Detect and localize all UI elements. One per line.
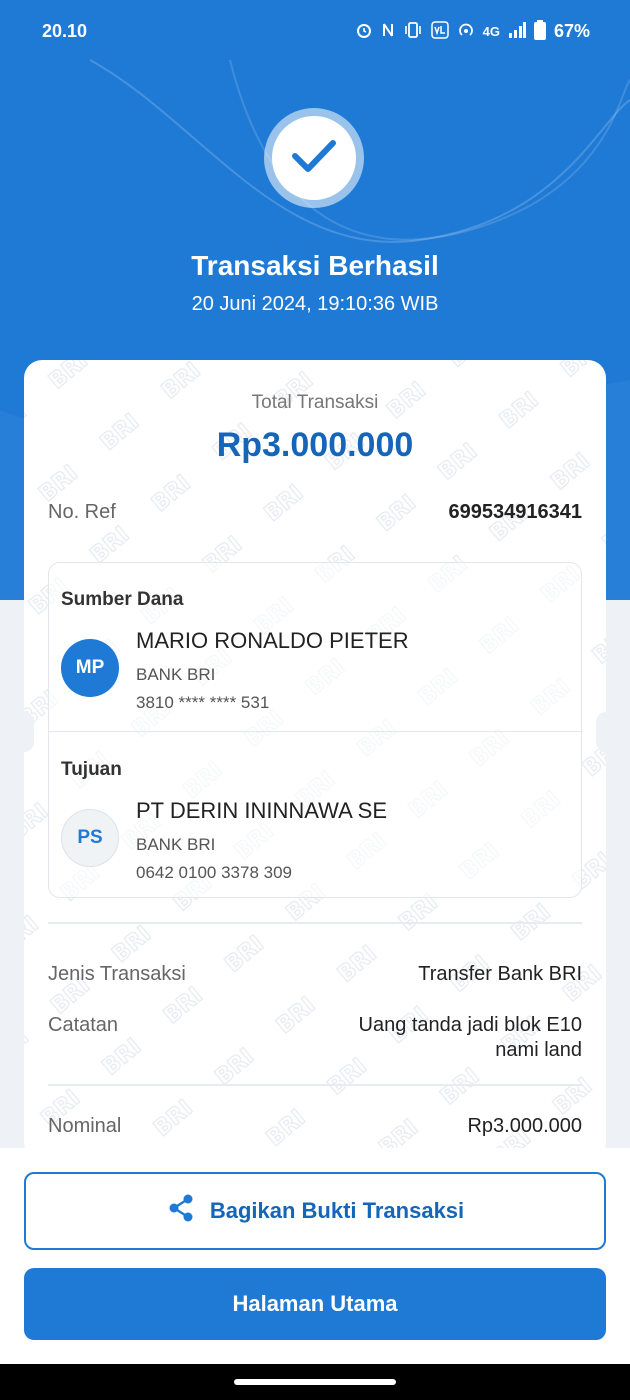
status-icons: 4G 67%	[355, 20, 590, 43]
volte-icon	[430, 21, 449, 42]
note-line-2: nami land	[495, 1039, 582, 1061]
total-amount: Rp3.000.000	[216, 426, 414, 464]
destination-name: PT DERIN ININNAWA SE	[136, 798, 388, 823]
share-button-label: Bagikan Bukti Transaksi	[209, 1198, 465, 1223]
share-receipt-button[interactable]: Bagikan Bukti Transaksi	[24, 1172, 606, 1250]
home-button-label: Halaman Utama	[232, 1291, 398, 1316]
system-nav-bar	[0, 1364, 630, 1400]
home-button[interactable]: Halaman Utama	[24, 1268, 606, 1340]
total-label: Total Transaksi	[251, 392, 379, 413]
note-line-1: Uang tanda jadi blok E10	[358, 1014, 583, 1036]
note-value: Uang tanda jadi blok E10 nami land	[359, 1014, 583, 1062]
ref-row: No. Ref 699534916341	[48, 501, 582, 524]
type-value: Transfer Bank BRI	[418, 963, 582, 985]
destination-account: 0642 0100 3378 309	[136, 863, 292, 882]
status-time: 20.10	[42, 21, 88, 41]
destination-bank: BANK BRI	[136, 835, 216, 854]
home-gesture-handle[interactable]	[234, 1379, 396, 1385]
share-icon	[166, 1193, 196, 1229]
battery-icon	[533, 20, 546, 43]
battery-percentage: 67%	[553, 21, 590, 41]
checkmark-icon	[289, 136, 339, 181]
status-bar: 20.10 4G 67%	[0, 0, 630, 62]
parties-box: Sumber Dana MP MARIO RONALDO PIETER BANK…	[48, 562, 583, 898]
note-label: Catatan	[48, 1014, 119, 1036]
card-notch-right	[596, 712, 606, 752]
nfc-icon	[381, 21, 395, 42]
destination-avatar: PS	[61, 809, 119, 867]
ref-value: 699534916341	[448, 501, 582, 523]
nominal-label: Nominal	[48, 1115, 122, 1137]
signal-icon	[508, 22, 526, 41]
source-avatar: MP	[61, 639, 119, 697]
type-row: Jenis Transaksi Transfer Bank BRI	[48, 963, 582, 986]
destination-heading: Tujuan	[61, 759, 122, 780]
source-heading: Sumber Dana	[61, 589, 184, 610]
hotspot-icon	[457, 21, 475, 42]
network-label: 4G	[482, 24, 500, 39]
section-divider-2	[48, 1084, 582, 1086]
source-bank: BANK BRI	[136, 665, 216, 684]
transaction-datetime: 20 Juni 2024, 19:10:36 WIB	[191, 293, 439, 315]
page-title: Transaksi Berhasil	[191, 250, 439, 281]
action-bar: Bagikan Bukti Transaksi Halaman Utama	[0, 1148, 630, 1364]
card-notch-left	[24, 712, 34, 752]
parties-divider	[49, 731, 583, 732]
source-name: MARIO RONALDO PIETER	[136, 628, 409, 653]
section-divider	[48, 922, 582, 924]
nominal-row: Nominal Rp3.000.000	[48, 1115, 582, 1138]
note-row: Catatan Uang tanda jadi blok E10 nami la…	[48, 1014, 582, 1062]
nominal-value: Rp3.000.000	[467, 1115, 582, 1137]
ref-label: No. Ref	[48, 501, 116, 523]
type-label: Jenis Transaksi	[48, 963, 186, 985]
receipt-card: BRI Total Transaksi Rp3.000.000 No. Ref …	[24, 360, 606, 1160]
success-badge	[264, 108, 364, 208]
alarm-icon	[355, 21, 373, 42]
source-account: 3810 **** **** 531	[136, 693, 270, 712]
vibrate-icon	[403, 21, 423, 42]
